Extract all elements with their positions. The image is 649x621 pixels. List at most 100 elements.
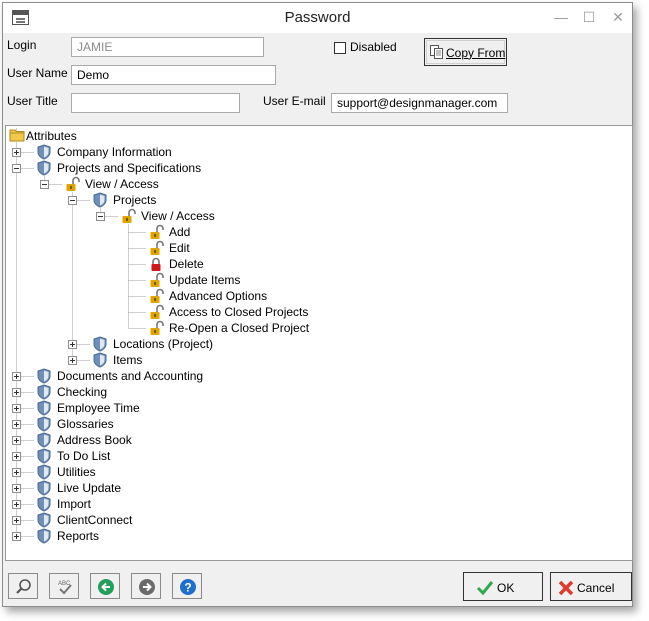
login-field[interactable]: JAMIE [71, 37, 264, 57]
lock-open-icon [148, 224, 164, 240]
expand-icon[interactable] [12, 452, 21, 461]
tree-node[interactable]: Items [113, 352, 142, 368]
next-button[interactable] [131, 573, 161, 599]
help-button[interactable]: ? [172, 573, 202, 599]
find-button[interactable] [8, 573, 38, 599]
cancel-x-icon [558, 580, 574, 596]
checkmark-icon [476, 581, 494, 596]
arrow-left-icon [98, 579, 114, 595]
expand-icon[interactable] [68, 356, 77, 365]
ok-button[interactable]: OK [463, 572, 543, 601]
user-name-field[interactable]: Demo [71, 65, 276, 85]
collapse-icon[interactable] [12, 164, 21, 173]
collapse-icon[interactable] [96, 212, 105, 221]
shield-icon [36, 400, 52, 416]
shield-icon [36, 480, 52, 496]
tree-node[interactable]: Glossaries [57, 416, 114, 432]
tree-node[interactable]: Company Information [57, 144, 172, 160]
user-name-label: User Name [7, 66, 68, 80]
expand-icon[interactable] [12, 532, 21, 541]
disabled-label: Disabled [350, 40, 397, 54]
arrow-right-icon [139, 579, 155, 595]
expand-icon[interactable] [12, 388, 21, 397]
login-label: Login [7, 38, 37, 52]
tree-node[interactable]: Edit [169, 240, 190, 256]
tree-node[interactable]: Checking [57, 384, 107, 400]
tree-node[interactable]: Access to Closed Projects [169, 304, 308, 320]
expand-icon[interactable] [12, 436, 21, 445]
cancel-label: Cancel [577, 581, 615, 595]
ok-label: OK [497, 581, 515, 595]
spellcheck-icon: ABC [58, 581, 72, 595]
attributes-tree[interactable]: Attributes Company Information Projects a… [5, 125, 633, 561]
tree-node[interactable]: Projects and Specifications [57, 160, 201, 176]
previous-button[interactable] [90, 573, 120, 599]
shield-icon [36, 528, 52, 544]
shield-icon [36, 416, 52, 432]
expand-icon[interactable] [12, 484, 21, 493]
tree-node[interactable]: Reports [57, 528, 99, 544]
maximize-icon[interactable]: ☐ [577, 7, 601, 27]
disabled-checkbox[interactable] [334, 42, 346, 54]
copy-icon [430, 45, 444, 63]
tree-node[interactable]: Live Update [57, 480, 121, 496]
expand-icon[interactable] [12, 468, 21, 477]
tree-node[interactable]: Re-Open a Closed Project [169, 320, 309, 336]
tree-node[interactable]: View / Access [141, 208, 215, 224]
lock-open-icon [148, 272, 164, 288]
tree-node[interactable]: Advanced Options [169, 288, 267, 304]
lock-open-icon [148, 320, 164, 336]
tree-node[interactable]: Import [57, 496, 91, 512]
copy-from-label: Copy From [446, 46, 506, 60]
tree-node[interactable]: Add [169, 224, 190, 240]
user-title-label: User Title [7, 94, 58, 108]
lock-open-icon [148, 240, 164, 256]
tree-node[interactable]: Update Items [169, 272, 240, 288]
tree-node[interactable]: Delete [169, 256, 204, 272]
shield-icon [92, 352, 108, 368]
tree-root-label[interactable]: Attributes [26, 128, 77, 144]
close-icon[interactable]: ✕ [606, 7, 630, 27]
shield-icon [36, 448, 52, 464]
tree-node[interactable]: Utilities [57, 464, 96, 480]
shield-icon [36, 512, 52, 528]
expand-icon[interactable] [12, 420, 21, 429]
tree-node[interactable]: Address Book [57, 432, 132, 448]
spellcheck-button[interactable]: ABC [49, 573, 79, 599]
collapse-icon[interactable] [40, 180, 49, 189]
expand-icon[interactable] [12, 372, 21, 381]
shield-icon [36, 384, 52, 400]
tree-node[interactable]: ClientConnect [57, 512, 132, 528]
shield-icon [36, 464, 52, 480]
shield-icon [92, 336, 108, 352]
expand-icon[interactable] [12, 516, 21, 525]
svg-text:?: ? [184, 581, 191, 595]
tree-node[interactable]: Documents and Accounting [57, 368, 203, 384]
tree-node[interactable]: Locations (Project) [113, 336, 213, 352]
lock-closed-icon [148, 256, 164, 272]
minimize-icon[interactable]: — [549, 7, 573, 27]
lock-open-icon [148, 304, 164, 320]
shield-icon [36, 432, 52, 448]
window-title: Password [284, 9, 351, 26]
expand-icon[interactable] [12, 500, 21, 509]
help-icon: ? [180, 579, 196, 595]
user-email-label: User E-mail [263, 94, 326, 108]
collapse-icon[interactable] [68, 196, 77, 205]
expand-icon[interactable] [12, 404, 21, 413]
shield-icon [36, 496, 52, 512]
user-email-field[interactable]: support@designmanager.com [331, 93, 508, 113]
lock-open-icon [64, 176, 80, 192]
cancel-button[interactable]: Cancel [550, 572, 632, 601]
tree-node[interactable]: Employee Time [57, 400, 140, 416]
lock-open-icon [120, 208, 136, 224]
shield-icon [36, 160, 52, 176]
expand-icon[interactable] [68, 340, 77, 349]
tree-node[interactable]: Projects [113, 192, 156, 208]
tree-node[interactable]: To Do List [57, 448, 110, 464]
user-title-field[interactable] [71, 93, 240, 113]
tree-node[interactable]: View / Access [85, 176, 159, 192]
copy-from-button[interactable]: Copy From [424, 38, 507, 66]
shield-icon [36, 368, 52, 384]
expand-icon[interactable] [12, 148, 21, 157]
